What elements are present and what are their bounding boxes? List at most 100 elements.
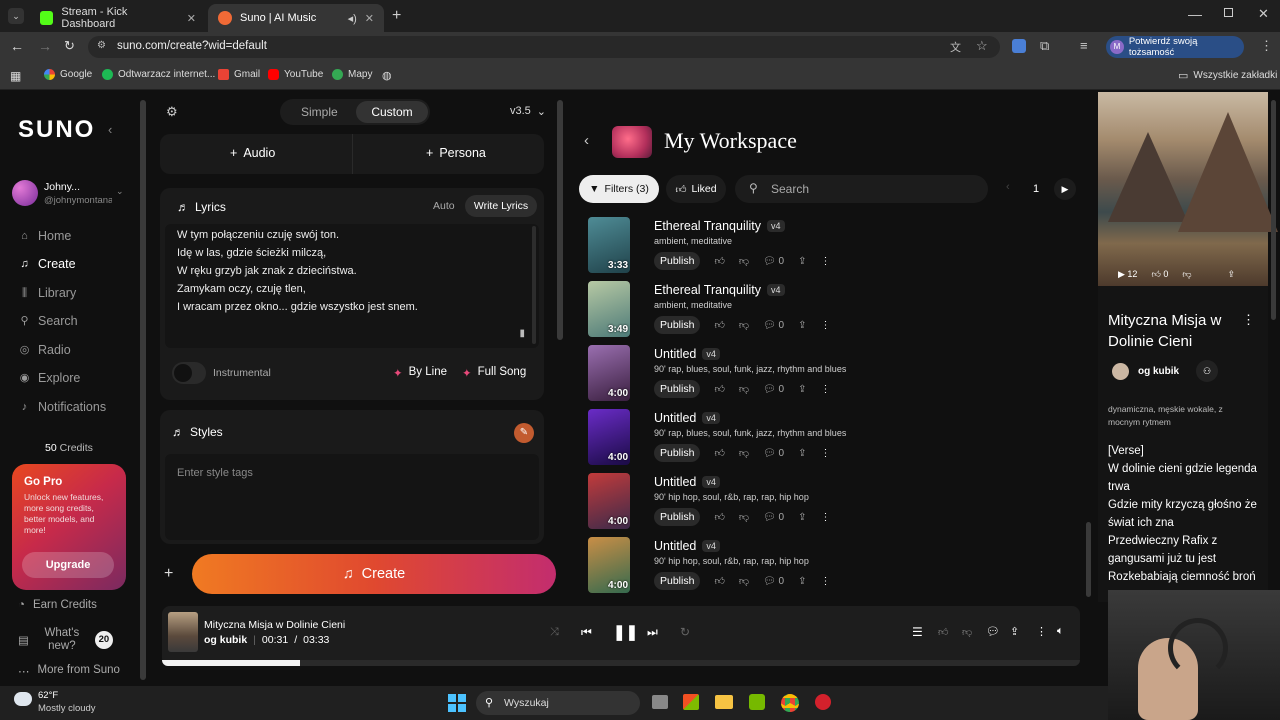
minimize-button[interactable]: — [1188,6,1202,22]
thumbs-down-icon[interactable]: 👎︎ [739,383,749,395]
profile-button[interactable]: M Potwierdź swoją tożsamość [1106,36,1244,58]
tab-suno[interactable]: Suno | AI Music ◂) ✕ [208,4,384,32]
thumbs-down-icon[interactable]: 👎︎ [739,255,749,267]
song-title[interactable]: Ethereal Tranquility [654,283,761,297]
song-row[interactable]: 3:33 Ethereal Tranquility v4 ambient, medit… [588,217,1088,277]
song-thumbnail[interactable]: 3:49 [588,281,630,337]
share-icon[interactable]: ⇪ [798,576,806,587]
detail-author[interactable]: og kubik [1138,366,1179,377]
comment-icon[interactable]: 💬︎ 0 [763,256,784,267]
mode-custom[interactable]: Custom [356,101,428,123]
share-icon[interactable]: ⇪ [798,320,806,331]
windows-start-icon[interactable] [448,694,466,712]
publish-button[interactable]: Publish [654,444,701,462]
song-title[interactable]: Ethereal Tranquility [654,219,761,233]
likes[interactable]: 👍︎ 0 [1151,269,1168,280]
reload-icon[interactable]: ↻ [64,38,75,54]
globe-icon[interactable]: ◍ [382,69,392,82]
thumbs-up-icon[interactable]: 👍︎ [938,626,948,638]
extensions-puzzle-icon[interactable]: ⧉ [1040,38,1049,54]
whats-new[interactable]: ▤ What's new? 20 [18,627,113,653]
volume-icon[interactable]: 🔈︎ [1057,625,1064,638]
thumbs-up-icon[interactable]: 👍︎ [714,255,724,267]
add-persona-button[interactable]: + Persona [426,146,486,160]
address-bar[interactable]: ⚙ suno.com/create?wid=default 文 ☆ [88,36,1000,58]
comment-icon[interactable]: 💬︎ 0 [763,576,784,587]
detail-scrollbar[interactable] [1271,100,1276,320]
share-icon[interactable]: ⇪ [798,448,806,459]
more-icon[interactable]: ⋮ [821,320,831,331]
next-icon[interactable]: ⏭ [647,625,658,640]
song-thumbnail[interactable]: 4:00 [588,345,630,401]
author-avatar[interactable] [1112,363,1129,380]
new-tab-button[interactable]: + [392,7,401,25]
weather-desc[interactable]: Mostly cloudy [38,703,96,714]
creator-scrollbar[interactable] [557,100,563,340]
comment-icon[interactable]: 💬︎ 0 [763,320,784,331]
song-title[interactable]: Untitled [654,347,696,361]
nav-library[interactable]: ⫼ Library [19,286,76,300]
all-bookmarks[interactable]: ▭ Wszystkie zakładki [1178,69,1277,82]
create-button[interactable]: ♫ Create [192,554,556,594]
trash-icon[interactable]: ▮ [519,328,525,339]
share-icon[interactable]: ⇪ [798,512,806,523]
nav-home[interactable]: ⌂ Home [19,229,71,243]
more-icon[interactable]: ⋮ [821,448,831,459]
publish-button[interactable]: Publish [654,252,701,270]
upgrade-button[interactable]: Upgrade [22,552,114,578]
share-icon[interactable]: ⇪ [1010,625,1019,638]
bookmark-google[interactable]: Google [44,69,92,80]
weather-temp[interactable]: 62°F [38,690,58,701]
more-icon[interactable]: ⋮ [821,256,831,267]
publish-button[interactable]: Publish [654,380,701,398]
thumbs-down-icon[interactable]: 👎︎ [739,511,749,523]
song-thumbnail[interactable]: 4:00 [588,473,630,529]
song-thumbnail[interactable]: 3:33 [588,217,630,273]
bookmark-youtube[interactable]: YouTube [268,69,323,80]
share-icon[interactable]: ⇪ [798,256,806,267]
star-icon[interactable]: ☆ [976,38,988,54]
song-thumbnail[interactable]: 4:00 [588,537,630,593]
player-title[interactable]: Mityczna Misja w Dolinie Cieni [204,619,345,631]
thumbs-down-icon[interactable]: 👎︎ [739,575,749,587]
styles-input[interactable]: Enter style tags [165,454,539,540]
player-author[interactable]: og kubik [204,634,247,646]
tab-kick[interactable]: Stream - Kick Dashboard ✕ [30,4,206,32]
repeat-icon[interactable]: ↻ [680,625,690,639]
suno-logo[interactable]: SUNO [18,116,95,144]
bookmark-player[interactable]: Odtwarzacz internet... [102,69,215,80]
nav-explore[interactable]: ◉ Explore [19,371,81,385]
speaker-icon[interactable]: ◂) [348,12,357,25]
queue-icon[interactable]: ☰ [912,625,923,639]
close-icon[interactable]: ✕ [365,12,374,25]
weather-icon[interactable] [14,692,32,706]
media-controls-icon[interactable]: ≡ [1080,38,1088,53]
back-icon[interactable]: ← [10,38,24,54]
lyrics-textarea[interactable]: W tym połączeniu czuję swój ton. Idę w l… [165,224,539,348]
bookmark-gmail[interactable]: Gmail [218,69,260,80]
user-name[interactable]: Johny... [44,181,80,193]
lyrics-scrollbar[interactable] [532,226,536,344]
pause-icon[interactable]: ❚❚ [613,623,638,641]
auto-button[interactable]: Auto [433,200,455,212]
thumbs-down-icon[interactable]: 👎︎ [739,319,749,331]
publish-button[interactable]: Publish [654,316,701,334]
version-select[interactable]: v3.5 ⌄ [510,105,546,118]
comment-icon[interactable]: 💬︎ 0 [763,512,784,523]
song-row[interactable]: 3:49 Ethereal Tranquility v4 ambient, medit… [588,281,1088,341]
filters-button[interactable]: ▼ Filters (3) [579,175,659,203]
more-icon[interactable]: ⋮ [1036,625,1047,638]
thumbs-up-icon[interactable]: 👍︎ [714,447,724,459]
tab-search-button[interactable]: ⌄ [8,8,24,24]
close-window-button[interactable]: ✕ [1258,6,1269,22]
write-lyrics-button[interactable]: Write Lyrics [465,195,537,217]
style-suggest-icon[interactable]: ✎ [514,423,534,443]
thumbs-up-icon[interactable]: 👍︎ [714,511,724,523]
previous-icon[interactable]: ⏮ [581,625,592,640]
prev-page-icon[interactable]: ‹ [1006,181,1010,193]
bookmark-maps[interactable]: Mapy [332,69,372,80]
song-list-scrollbar[interactable] [1086,522,1091,597]
publish-button[interactable]: Publish [654,572,701,590]
comment-icon[interactable]: 💬︎ 0 [763,384,784,395]
by-line-button[interactable]: ✦ By Line [393,366,447,380]
